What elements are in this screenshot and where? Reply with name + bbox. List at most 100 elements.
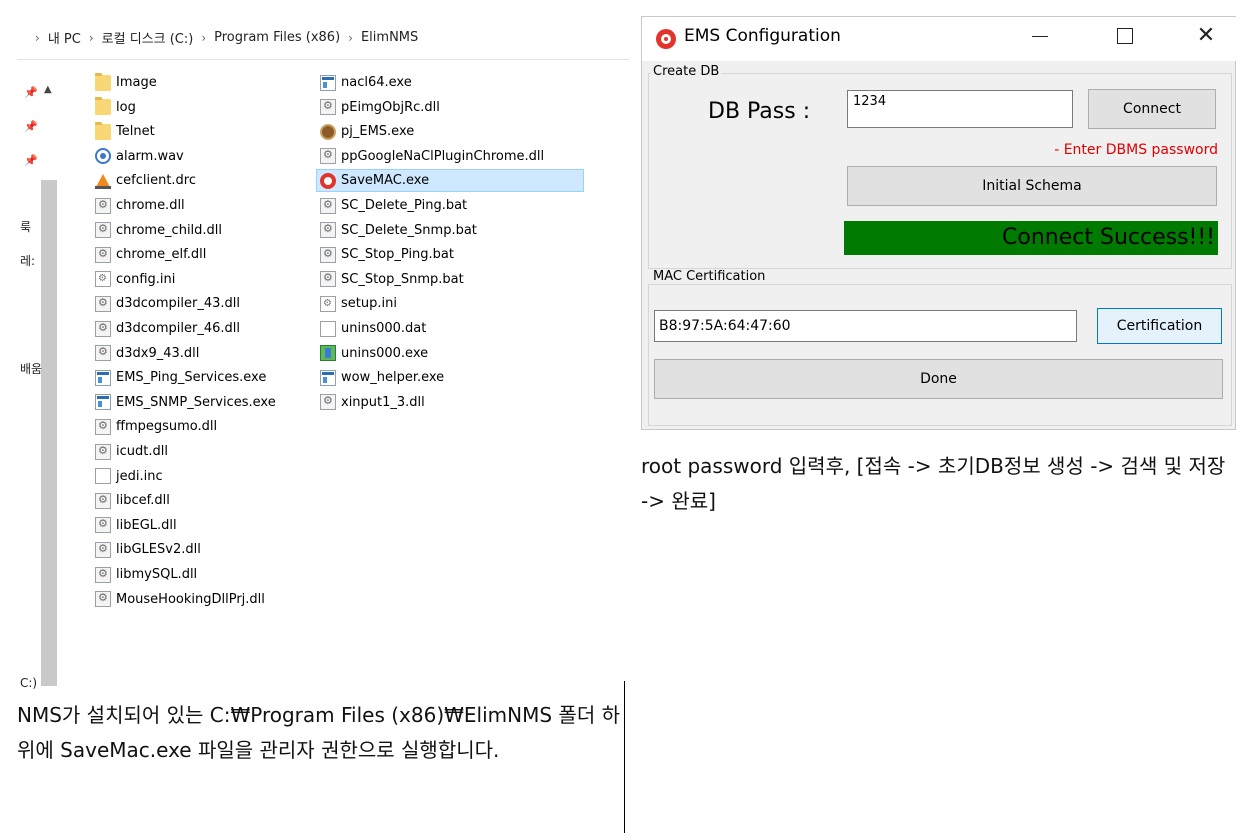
- dll-gear-icon: [95, 295, 111, 312]
- file-name: setup.ini: [341, 296, 397, 312]
- nav-item-label[interactable]: 룩: [20, 218, 31, 235]
- dll-gear-icon: [320, 99, 336, 116]
- file-item[interactable]: MouseHookingDllPrj.dll: [95, 589, 265, 610]
- dll-gear-icon: [95, 492, 111, 509]
- file-item[interactable]: config.ini: [95, 269, 175, 290]
- file-item[interactable]: libmySQL.dll: [95, 564, 197, 585]
- navigation-scrollbar[interactable]: [41, 180, 57, 686]
- connect-button[interactable]: Connect: [1088, 89, 1216, 129]
- file-name: EMS_SNMP_Services.exe: [116, 394, 276, 410]
- file-item[interactable]: alarm.wav: [95, 146, 184, 167]
- file-item[interactable]: jedi.inc: [95, 466, 163, 487]
- initial-schema-button[interactable]: Initial Schema: [847, 166, 1217, 206]
- db-password-hint: - Enter DBMS password: [1054, 142, 1218, 158]
- scroll-up-arrow-icon[interactable]: ▲: [44, 84, 52, 95]
- file-item[interactable]: pj_EMS.exe: [320, 121, 414, 142]
- file-name: d3dx9_43.dll: [116, 345, 200, 361]
- file-item[interactable]: d3dcompiler_46.dll: [95, 318, 240, 339]
- file-item[interactable]: d3dx9_43.dll: [95, 343, 199, 364]
- file-name: chrome_elf.dll: [116, 247, 207, 263]
- exe-window-icon: [95, 394, 111, 411]
- file-item[interactable]: pEimgObjRc.dll: [320, 97, 440, 118]
- file-name: Image: [116, 75, 157, 90]
- dll-gear-icon: [320, 394, 336, 411]
- vlc-cone-icon: [95, 173, 111, 189]
- nav-item-label[interactable]: 레:: [20, 252, 35, 269]
- file-item[interactable]: Telnet: [95, 121, 155, 142]
- file-name: pEimgObjRc.dll: [341, 99, 440, 115]
- nav-item-label[interactable]: 배움: [20, 360, 42, 377]
- file-item[interactable]: SaveMAC.exe: [316, 169, 584, 193]
- file-item[interactable]: icudt.dll: [95, 441, 168, 462]
- file-name: nacl64.exe: [341, 75, 412, 90]
- file-name: config.ini: [116, 271, 176, 287]
- file-item[interactable]: ffmpegsumo.dll: [95, 416, 217, 437]
- file-name: SC_Delete_Ping.bat: [341, 198, 468, 213]
- audio-file-icon: [95, 148, 111, 165]
- file-item[interactable]: Image: [95, 72, 157, 93]
- file-item[interactable]: SC_Delete_Snmp.bat: [320, 220, 477, 241]
- nav-item-label[interactable]: C:): [20, 676, 37, 690]
- divider-line: [624, 681, 625, 833]
- file-name: xinput1_3.dll: [341, 394, 425, 410]
- file-item[interactable]: libcef.dll: [95, 490, 170, 511]
- file-name: libGLESv2.dll: [116, 542, 201, 558]
- dll-gear-icon: [320, 148, 336, 165]
- file-name: log: [116, 99, 136, 115]
- dll-gear-icon: [95, 246, 111, 263]
- file-item[interactable]: SC_Stop_Snmp.bat: [320, 269, 464, 290]
- exe-window-icon: [320, 369, 336, 386]
- file-item[interactable]: libGLESv2.dll: [95, 539, 201, 560]
- certification-button[interactable]: Certification: [1097, 308, 1222, 344]
- file-item[interactable]: unins000.dat: [320, 318, 426, 339]
- maximize-button[interactable]: [1102, 17, 1148, 55]
- pin-icon[interactable]: 📌: [24, 154, 38, 167]
- file-item[interactable]: nacl64.exe: [320, 72, 412, 93]
- file-item[interactable]: setup.ini: [320, 293, 397, 314]
- ems-app-icon: [656, 29, 676, 49]
- breadcrumb-item-elimnms[interactable]: ElimNMS: [361, 30, 418, 45]
- breadcrumb-item-my-pc[interactable]: 내 PC: [48, 28, 81, 47]
- pin-icon[interactable]: 📌: [24, 120, 38, 133]
- dll-gear-icon: [95, 443, 111, 460]
- dll-gear-icon: [95, 566, 111, 583]
- file-item[interactable]: SC_Delete_Ping.bat: [320, 195, 467, 216]
- folder-icon: [95, 97, 111, 116]
- instruction-caption-left: NMS가 설치되어 있는 C:₩Program Files (x86)₩Elim…: [17, 703, 620, 762]
- file-item[interactable]: EMS_Ping_Services.exe: [95, 367, 266, 388]
- breadcrumb-item-program-files[interactable]: Program Files (x86): [214, 30, 340, 45]
- file-item[interactable]: chrome_elf.dll: [95, 244, 206, 265]
- dialog-titlebar[interactable]: EMS Configuration ✕: [642, 17, 1237, 61]
- batch-gear-icon: [320, 197, 336, 214]
- file-item[interactable]: xinput1_3.dll: [320, 392, 425, 413]
- dll-gear-icon: [95, 541, 111, 558]
- file-name: ppGoogleNaClPluginChrome.dll: [341, 148, 545, 164]
- file-item[interactable]: wow_helper.exe: [320, 367, 444, 388]
- file-name: ffmpegsumo.dll: [116, 419, 218, 435]
- folder-icon: [95, 72, 111, 91]
- file-name: libcef.dll: [116, 493, 170, 509]
- chevron-right-icon: ›: [201, 30, 207, 45]
- file-name: libEGL.dll: [116, 517, 177, 533]
- file-item[interactable]: EMS_SNMP_Services.exe: [95, 392, 276, 413]
- file-item[interactable]: libEGL.dll: [95, 515, 177, 536]
- pin-icon[interactable]: 📌: [24, 86, 38, 99]
- breadcrumb-item-local-disk[interactable]: 로컬 디스크 (C:): [102, 28, 194, 47]
- breadcrumb: › 내 PC › 로컬 디스크 (C:) › Program Files (x8…: [17, 16, 629, 60]
- file-item[interactable]: chrome_child.dll: [95, 220, 222, 241]
- close-button[interactable]: ✕: [1183, 17, 1229, 55]
- file-item[interactable]: cefclient.drc: [95, 170, 196, 191]
- done-button[interactable]: Done: [654, 359, 1223, 399]
- file-item[interactable]: d3dcompiler_43.dll: [95, 293, 240, 314]
- file-item[interactable]: SC_Stop_Ping.bat: [320, 244, 454, 265]
- file-item[interactable]: unins000.exe: [320, 343, 428, 364]
- file-name: SC_Stop_Ping.bat: [341, 247, 454, 263]
- file-item[interactable]: ppGoogleNaClPluginChrome.dll: [320, 146, 544, 167]
- mac-address-value: B8:97:5A:64:47:60: [659, 318, 791, 334]
- file-name: unins000.dat: [341, 321, 427, 336]
- file-item[interactable]: chrome.dll: [95, 195, 185, 216]
- minimize-button[interactable]: [1017, 17, 1063, 55]
- dll-gear-icon: [95, 418, 111, 435]
- folder-icon: [95, 121, 111, 140]
- file-item[interactable]: log: [95, 97, 136, 118]
